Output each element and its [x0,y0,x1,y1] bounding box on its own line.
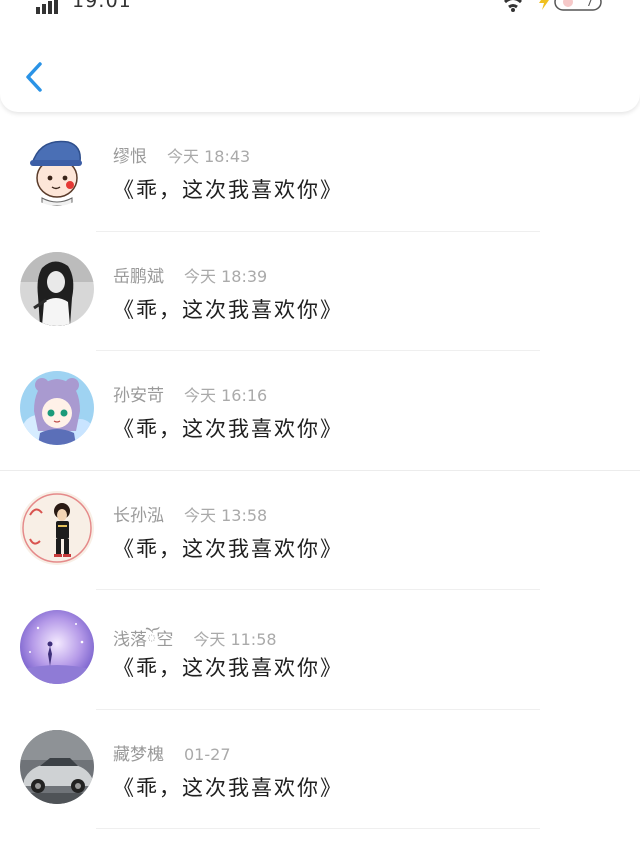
message-meta: 藏梦槐 01-27 [113,740,231,765]
message-meta: 缪恨 今天 18:43 [113,142,250,167]
wifi-icon [504,0,522,12]
message-meta: 长孙泓 今天 13:58 [113,501,267,526]
signal-icon [36,0,64,14]
sender-name: 缪恨 [113,147,147,167]
sender-name: 孙安苛 [113,386,164,406]
charging-icon [539,0,549,10]
message-text: 《乖，这次我喜欢你》 [113,178,343,202]
avatar[interactable] [20,610,94,684]
avatar[interactable] [20,132,94,206]
sender-name: 岳鹏斌 [113,266,164,287]
message-time: 今天 13:58 [184,505,268,525]
message-text: 《乖，这次我喜欢你》 [113,417,343,441]
avatar[interactable] [20,490,94,565]
status-time: 19:01 [72,0,132,12]
sender-name: 长孙泓 [113,505,164,526]
message-text: 《乖，这次我喜欢你》 [113,536,343,561]
avatar[interactable] [20,729,94,804]
message-time: 今天 18:43 [167,147,251,166]
message-time: 今天 18:39 [184,266,268,286]
list-item[interactable]: 岳鹏斌 今天 18:39 《乖，这次我喜欢你》 [0,232,640,351]
avatar[interactable] [20,371,94,445]
list-item[interactable]: 长孙泓 今天 13:58 《乖，这次我喜欢你》 [0,471,640,590]
message-meta: 孙安苛 今天 16:16 [113,381,267,406]
message-text: 《乖，这次我喜欢你》 [113,656,343,680]
message-text: 《乖，这次我喜欢你》 [113,775,343,800]
message-text: 《乖，这次我喜欢你》 [113,297,343,322]
message-time: 01-27 [184,744,231,764]
message-meta: 岳鹏斌 今天 18:39 [113,262,267,287]
divider [96,828,540,829]
status-bar: 19:01 7 [0,0,640,14]
list-item[interactable]: 藏梦槐 01-27 《乖，这次我喜欢你》 [0,710,640,829]
list-item[interactable]: 缪恨 今天 18:43 《乖，这次我喜欢你》 [0,112,640,232]
chevron-left-icon[interactable] [22,60,48,94]
message-time: 今天 11:58 [193,630,277,649]
sender-name: 藏梦槐 [113,744,164,765]
message-list: 缪恨 今天 18:43 《乖，这次我喜欢你》 岳鹏斌 今天 18:39 《乖，这次我… [0,112,640,829]
battery-level: 7 [586,0,593,9]
avatar[interactable] [20,251,94,326]
sender-name: 浅落ོ空 [113,630,174,650]
top-bar: 19:01 7 [0,0,640,112]
battery-icon: 7 [554,0,602,11]
message-time: 今天 16:16 [184,386,268,405]
list-item[interactable]: 浅落ོ空 今天 11:58 《乖，这次我喜欢你》 [0,590,640,710]
list-item[interactable]: 孙安苛 今天 16:16 《乖，这次我喜欢你》 [0,351,640,471]
